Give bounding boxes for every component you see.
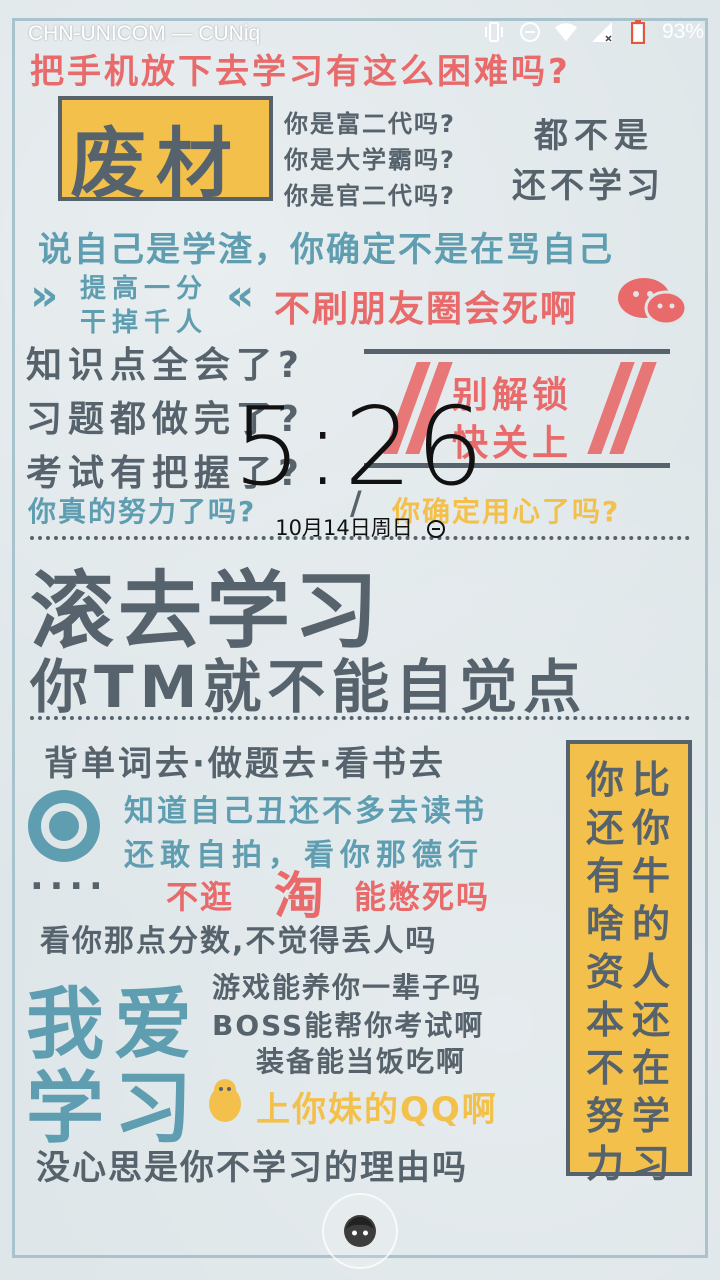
wechat-icon xyxy=(616,276,688,328)
right-col-1: 你还有啥资本不努力 xyxy=(586,758,625,1186)
answer-2: 还不学习 xyxy=(512,166,664,206)
taobao-pre: 不逛 xyxy=(166,878,235,916)
lock-date-text: 10月14日周日 xyxy=(275,516,413,540)
tigao-2: 干掉千人 xyxy=(80,308,209,338)
wallpaper-line1: 把手机放下去学习有这么困难吗? xyxy=(30,52,571,92)
qq-penguin-icon xyxy=(204,1078,246,1124)
tigao-1: 提高一分 xyxy=(80,274,209,304)
zhuangbei: 装备能当饭吃啊 xyxy=(256,1045,467,1078)
chevron-right-deco-icon: » xyxy=(30,270,59,321)
pengyouquan: 不刷朋友圈会死啊 xyxy=(274,289,579,330)
divider-top xyxy=(364,349,670,354)
camera-lens-icon xyxy=(26,788,102,864)
vibrate-icon xyxy=(482,20,506,44)
question-1: 你是富二代吗? xyxy=(284,110,456,138)
zhishi-1: 知识点全会了? xyxy=(26,345,305,386)
lock-date: 10月14日周日 xyxy=(0,512,720,542)
qq: 上你妹的QQ啊 xyxy=(256,1090,498,1130)
dnd-icon xyxy=(426,520,445,538)
battery-percent: 93% xyxy=(661,20,704,43)
feicai-text: 废材 xyxy=(70,119,242,208)
boss: BOSS能帮你考试啊 xyxy=(212,1009,485,1042)
question-3: 你是官二代吗? xyxy=(284,182,456,210)
dnd-icon xyxy=(518,20,542,44)
battery-icon xyxy=(626,20,650,44)
fenshu: 看你那点分数,不觉得丢人吗 xyxy=(40,924,438,959)
carrier-label: CHN-UNICOM — CUNiq xyxy=(28,22,261,45)
beidanci: 背单词去·做题去·看书去 xyxy=(44,744,446,784)
dotted-divider xyxy=(30,716,690,720)
zijue: 你TM就不能自觉点 xyxy=(30,653,588,721)
taobao-post: 能憋死吗 xyxy=(354,878,491,916)
youxi: 游戏能养你一辈子吗 xyxy=(212,971,483,1004)
face-icon xyxy=(344,1215,376,1247)
question-2: 你是大学霸吗? xyxy=(284,146,456,174)
xinsi: 没心思是你不学习的理由吗 xyxy=(36,1148,468,1188)
signal-icon xyxy=(590,20,614,44)
status-bar: CHN-UNICOM — CUNiq 93% xyxy=(0,0,720,45)
chevron-left-deco-icon: « xyxy=(226,270,255,321)
dots-deco: ···· xyxy=(30,866,109,907)
right-col-2: 比你牛的人还在学习 xyxy=(632,758,671,1186)
zhidao: 知道自己丑还不多去读书 xyxy=(124,794,487,829)
status-icons: 93% xyxy=(482,20,704,44)
line-xuezha: 说自己是学渣，你确定不是在骂自己 xyxy=(38,230,614,270)
unlock-button[interactable] xyxy=(322,1193,398,1269)
lock-clock: 5:26 xyxy=(232,385,488,510)
wifi-icon xyxy=(554,20,578,44)
answer-1: 都不是 xyxy=(534,116,654,156)
